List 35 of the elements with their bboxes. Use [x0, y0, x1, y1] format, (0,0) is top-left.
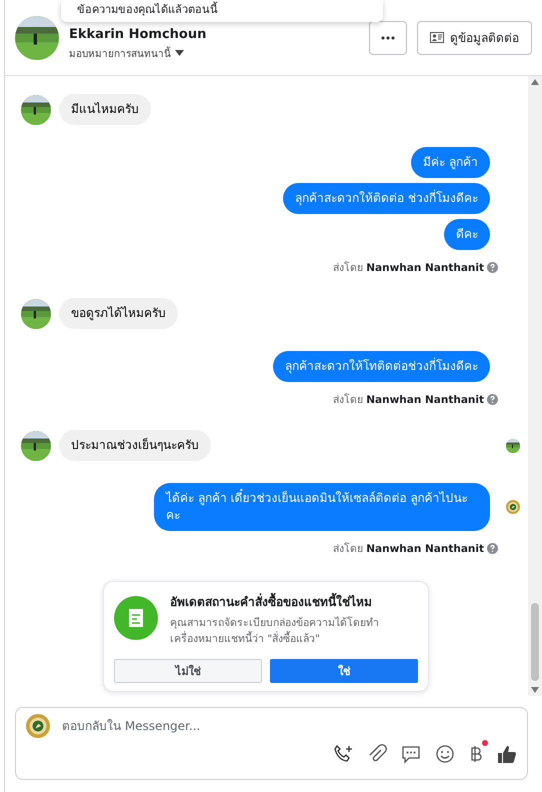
order-icon [114, 596, 158, 640]
contact-name: Ekkarin Homchoun [69, 26, 208, 42]
help-icon[interactable] [487, 543, 498, 554]
message-bubble: ลุกค้าสะดวกให้ติดต่อ ช่วงกี่โมงดีคะ [283, 183, 490, 214]
baht-icon[interactable] [469, 744, 483, 764]
caret-icon[interactable] [175, 50, 184, 56]
card-title: อัพเดตสถานะคำสั่งซื้อของแชทนี้ใช่ไหม [170, 592, 418, 611]
smiley-icon[interactable] [435, 744, 455, 764]
message-bubble: ลุกค้าสะดวกให้โทติดต่อช่วงกี่โมงดีคะ [273, 351, 490, 382]
message-bubble: ประมาณช่วงเย็นๆนะครับ [59, 430, 211, 461]
message-bubble: ได้ค่ะ ลูกค้า เดี๋ยวช่วงเย็นแอดมินให้เซลล์ติดต่อ ลูกค้าไปนะคะ [154, 483, 490, 531]
message-bubble: มีค่ะ ลูกค้า [411, 147, 490, 178]
more-icon [381, 36, 395, 40]
message-bubble: มีแนไหมครับ [59, 94, 151, 125]
assign-link[interactable]: มอบหมายการสนทนานี้ [69, 46, 171, 60]
tooltip: ข้อความของคุณได้แล้วตอนนี้ [61, 0, 383, 22]
view-contact-button[interactable]: ดูข้อมูลติดต่อ [417, 20, 532, 54]
scroll-thumb[interactable] [531, 603, 539, 681]
card-text: คุณสามารถจัดระเบียบกล่องข้อความได้โดยทำเครื่องหมายแชทนี้ว่า "สั่งซื้อแล้ว" [170, 616, 380, 647]
chat-icon[interactable] [401, 744, 421, 764]
contact-card-icon [430, 32, 444, 43]
scroll-up-icon[interactable] [531, 79, 539, 85]
call-icon[interactable] [333, 744, 353, 764]
message-bubble: ดีคะ [444, 219, 490, 250]
decline-button[interactable]: ไม่ใช่ [114, 659, 262, 683]
thumbs-up-icon[interactable] [497, 744, 517, 764]
sent-by-text: ส่งโดย Nanwhan Nanthanit [332, 392, 484, 408]
message-bubble: ขอดูรภได้ไหมครับ [59, 298, 178, 329]
sent-by-text: ส่งโดย Nanwhan Nanthanit [332, 260, 484, 276]
paperclip-icon[interactable] [367, 744, 387, 764]
help-icon[interactable] [487, 262, 498, 273]
help-icon[interactable] [487, 394, 498, 405]
confirm-button[interactable]: ใช่ [270, 659, 418, 683]
sent-by-text: ส่งโดย Nanwhan Nanthanit [332, 542, 484, 557]
scroll-down-icon[interactable] [531, 687, 539, 693]
